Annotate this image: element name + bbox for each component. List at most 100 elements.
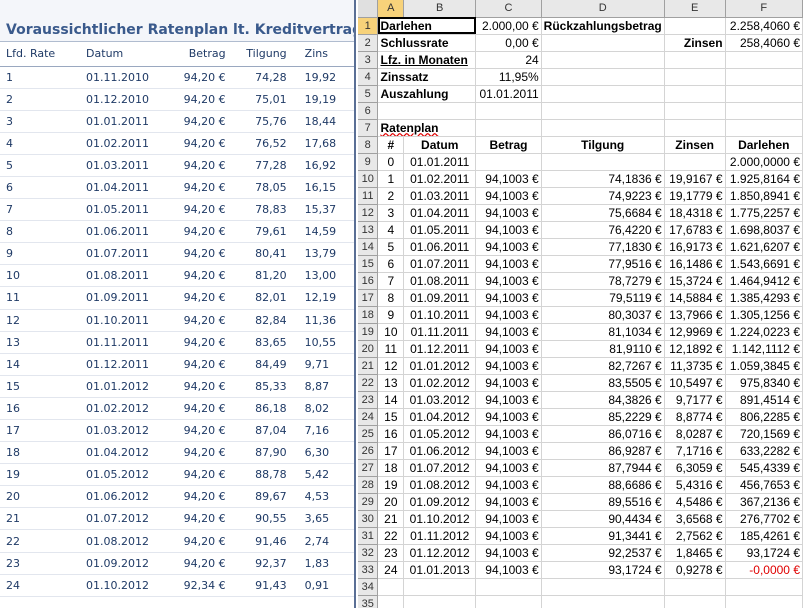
row-header[interactable]: 6 xyxy=(358,102,379,120)
cell-d[interactable]: 82,7267 € xyxy=(541,357,665,375)
cell-c[interactable]: 94,1003 € xyxy=(475,221,542,239)
cell-e[interactable] xyxy=(664,51,726,69)
cell-a[interactable]: Darlehen xyxy=(377,17,477,35)
cell-a[interactable]: 2 xyxy=(377,187,405,205)
cell-b[interactable]: 01.03.2012 xyxy=(403,391,477,409)
cell-a[interactable]: 8 xyxy=(377,289,405,307)
cell-c[interactable]: 94,1003 € xyxy=(475,408,542,426)
row-header[interactable]: 24 xyxy=(358,408,379,426)
cell-b[interactable]: 01.08.2011 xyxy=(403,272,477,290)
cell-f[interactable] xyxy=(725,85,803,103)
cell-empty[interactable] xyxy=(403,578,477,596)
cell-a[interactable]: 6 xyxy=(377,255,405,273)
cell-b[interactable]: 01.05.2012 xyxy=(403,425,477,443)
cell-a[interactable]: 18 xyxy=(377,459,405,477)
cell-d[interactable] xyxy=(541,85,665,103)
row-header[interactable]: 10 xyxy=(358,170,379,188)
cell-b[interactable]: 01.11.2011 xyxy=(403,323,477,341)
cell-a[interactable]: 4 xyxy=(377,221,405,239)
spreadsheet-grid[interactable]: A B C D E F 1 Darlehen 2.000,00 € Rückzahlungsbet… xyxy=(358,0,803,608)
cell-d[interactable]: 91,3441 € xyxy=(541,527,665,545)
cell-c[interactable]: 94,1003 € xyxy=(475,255,542,273)
cell-d[interactable] xyxy=(541,51,665,69)
cell-f[interactable]: 1.142,1112 € xyxy=(725,340,803,358)
cell-a[interactable]: 12 xyxy=(377,357,405,375)
cell-c[interactable] xyxy=(475,102,542,120)
cell-f[interactable] xyxy=(725,102,803,120)
cell-empty[interactable] xyxy=(475,595,542,608)
cell-c[interactable]: Betrag xyxy=(475,136,542,154)
cell-f[interactable]: 185,4261 € xyxy=(725,527,803,545)
cell-e[interactable] xyxy=(664,102,726,120)
cell-c[interactable]: 24 xyxy=(475,51,542,69)
sheet-table[interactable]: A B C D E F 1 Darlehen 2.000,00 € Rückzahlungsbet… xyxy=(358,0,803,608)
cell-a[interactable]: 22 xyxy=(377,527,405,545)
row-header[interactable]: 18 xyxy=(358,306,379,324)
cell-c[interactable]: 94,1003 € xyxy=(475,204,542,222)
cell-f[interactable]: 720,1569 € xyxy=(725,425,803,443)
cell-e[interactable]: 15,3724 € xyxy=(664,272,726,290)
cell-b[interactable]: 01.07.2012 xyxy=(403,459,477,477)
cell-e[interactable]: 10,5497 € xyxy=(664,374,726,392)
cell-d[interactable]: 89,5516 € xyxy=(541,493,665,511)
cell-e[interactable] xyxy=(664,153,726,171)
row-header[interactable]: 14 xyxy=(358,238,379,256)
cell-empty[interactable] xyxy=(541,595,665,608)
cell-e[interactable]: 13,7966 € xyxy=(664,306,726,324)
cell-d[interactable]: 90,4434 € xyxy=(541,510,665,528)
cell-b[interactable]: 01.02.2012 xyxy=(403,374,477,392)
cell-c[interactable]: 94,1003 € xyxy=(475,323,542,341)
cell-e[interactable]: 17,6783 € xyxy=(664,221,726,239)
cell-f[interactable]: 367,2136 € xyxy=(725,493,803,511)
row-header[interactable]: 31 xyxy=(358,527,379,545)
cell-b[interactable]: 01.08.2012 xyxy=(403,476,477,494)
cell-a[interactable]: 0 xyxy=(377,153,405,171)
row-header[interactable]: 35 xyxy=(358,595,379,608)
cell-a[interactable]: 20 xyxy=(377,493,405,511)
cell-f[interactable]: 975,8340 € xyxy=(725,374,803,392)
cell-a[interactable]: 9 xyxy=(377,306,405,324)
cell-c[interactable]: 2.000,00 € xyxy=(475,17,542,35)
row-header[interactable]: 9 xyxy=(358,153,379,171)
cell-b[interactable]: 01.12.2011 xyxy=(403,340,477,358)
cell-e[interactable]: 6,3059 € xyxy=(664,459,726,477)
cell-f[interactable] xyxy=(725,68,803,86)
cell-a[interactable]: 23 xyxy=(377,544,405,562)
row-header[interactable]: 17 xyxy=(358,289,379,307)
cell-e[interactable]: Zinsen xyxy=(664,136,726,154)
cell-f[interactable]: 1.224,0223 € xyxy=(725,323,803,341)
cell-c[interactable]: 94,1003 € xyxy=(475,306,542,324)
cell-b[interactable]: 01.11.2012 xyxy=(403,527,477,545)
cell-f[interactable]: 456,7653 € xyxy=(725,476,803,494)
cell-f[interactable]: 1.925,8164 € xyxy=(725,170,803,188)
cell-d[interactable]: Rückzahlungsbetrag xyxy=(541,17,665,35)
cell-e[interactable]: 19,9167 € xyxy=(664,170,726,188)
cell-c[interactable]: 94,1003 € xyxy=(475,561,542,579)
cell-empty[interactable] xyxy=(664,578,726,596)
row-header[interactable]: 26 xyxy=(358,442,379,460)
cell-c[interactable]: 94,1003 € xyxy=(475,187,542,205)
cell-f[interactable]: 258,4060 € xyxy=(725,34,803,52)
cell-d[interactable]: 80,3037 € xyxy=(541,306,665,324)
row-header[interactable]: 22 xyxy=(358,374,379,392)
row-header[interactable]: 4 xyxy=(358,68,379,86)
select-all-corner[interactable] xyxy=(358,0,379,18)
cell-c[interactable]: 94,1003 € xyxy=(475,238,542,256)
cell-e[interactable]: 8,8774 € xyxy=(664,408,726,426)
cell-c[interactable]: 94,1003 € xyxy=(475,391,542,409)
cell-a[interactable]: 14 xyxy=(377,391,405,409)
cell-e[interactable]: 16,9173 € xyxy=(664,238,726,256)
cell-d[interactable]: 75,6684 € xyxy=(541,204,665,222)
cell-a[interactable]: 3 xyxy=(377,204,405,222)
cell-e[interactable]: 9,7177 € xyxy=(664,391,726,409)
cell-d[interactable] xyxy=(541,68,665,86)
cell-a[interactable]: Schlussrate xyxy=(377,34,477,52)
cell-b[interactable]: 01.02.2011 xyxy=(403,170,477,188)
cell-b[interactable]: 01.07.2011 xyxy=(403,255,477,273)
cell-f[interactable]: 2.258,4060 € xyxy=(725,17,803,35)
cell-e[interactable] xyxy=(664,119,726,137)
cell-c[interactable]: 94,1003 € xyxy=(475,374,542,392)
cell-a[interactable]: 19 xyxy=(377,476,405,494)
cell-b[interactable]: 01.09.2012 xyxy=(403,493,477,511)
cell-b[interactable]: 01.01.2013 xyxy=(403,561,477,579)
